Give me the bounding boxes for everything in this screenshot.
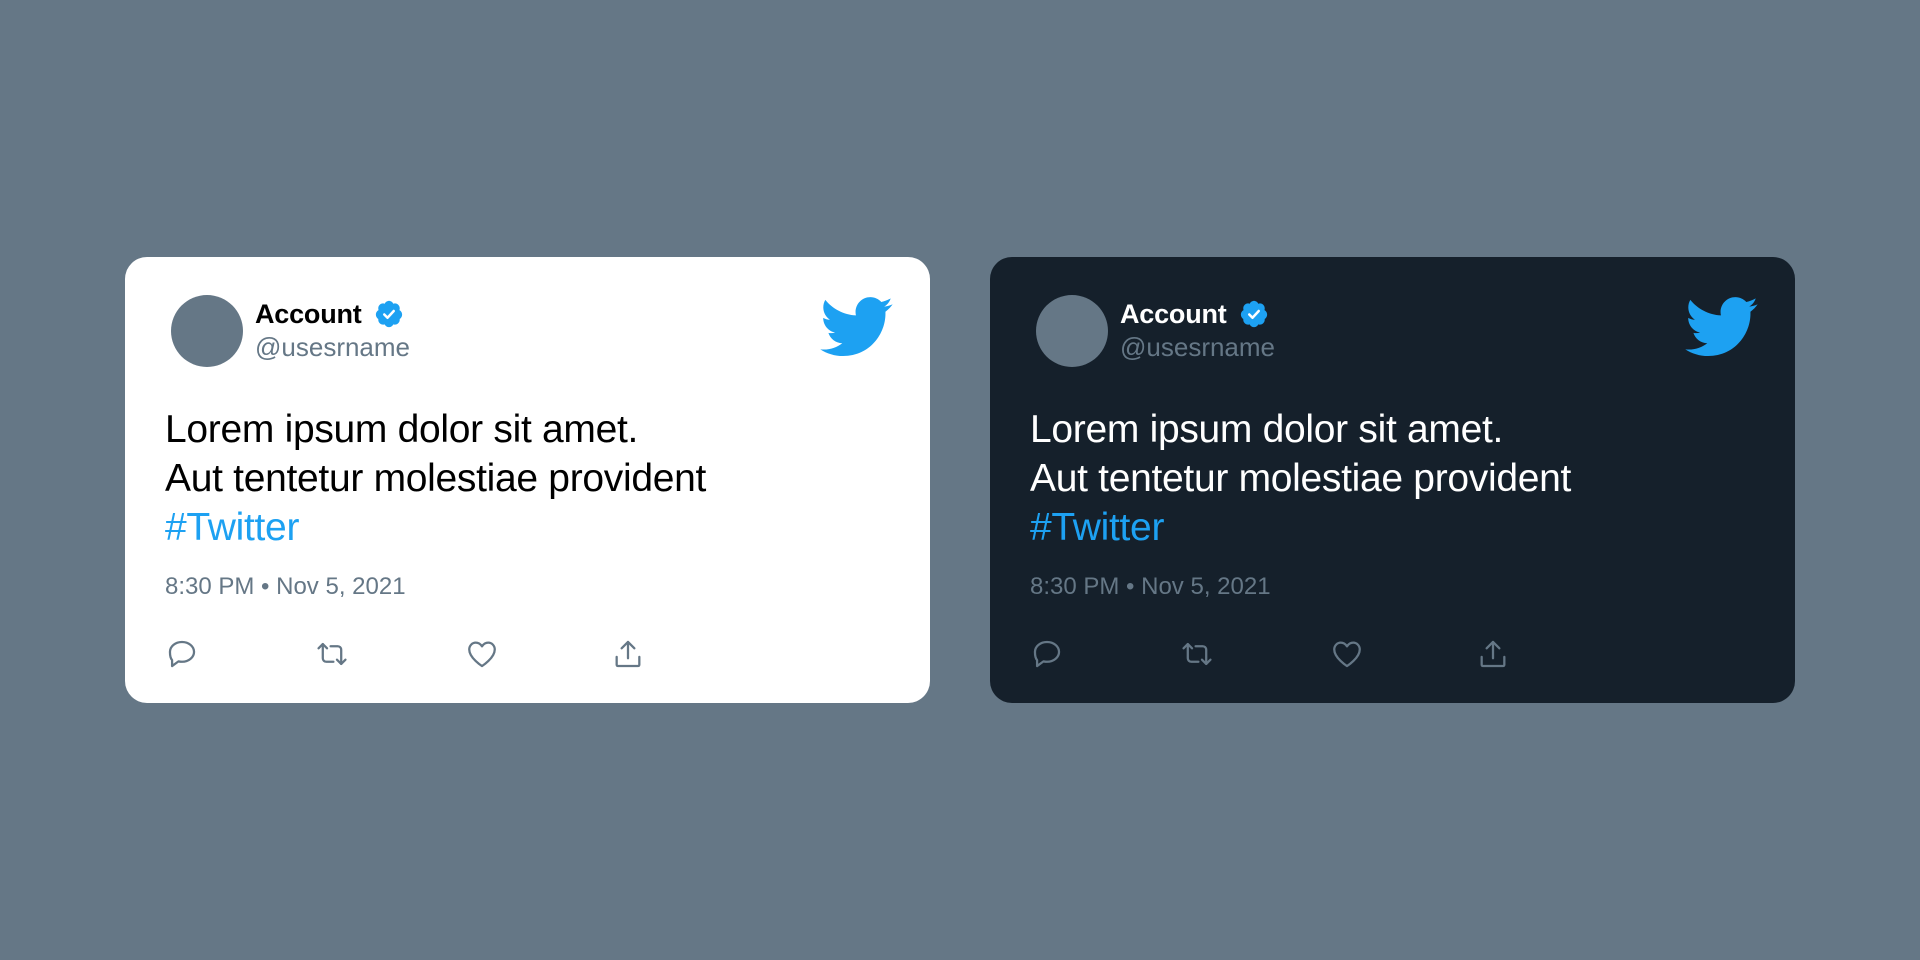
reply-icon[interactable] (1030, 637, 1064, 671)
twitter-bird-icon[interactable] (820, 297, 894, 359)
retweet-icon[interactable] (1180, 637, 1214, 671)
tweet-timestamp[interactable]: 8:30 PM • Nov 5, 2021 (1030, 573, 1271, 601)
twitter-bird-icon[interactable] (1685, 297, 1759, 359)
retweet-icon[interactable] (315, 637, 349, 671)
hashtag-link[interactable]: #Twitter (165, 503, 706, 552)
verified-badge-icon (374, 299, 404, 329)
tweet-text-line: Lorem ipsum dolor sit amet. (165, 408, 639, 451)
account-name[interactable]: Account (1120, 299, 1227, 330)
tweet-actions (165, 637, 705, 673)
share-icon[interactable] (1476, 637, 1510, 671)
account-name[interactable]: Account (255, 299, 362, 330)
tweet-actions (1030, 637, 1570, 673)
reply-icon[interactable] (165, 637, 199, 671)
tweet-text-line: Lorem ipsum dolor sit amet. (1030, 408, 1504, 451)
tweet-timestamp[interactable]: 8:30 PM • Nov 5, 2021 (165, 573, 406, 601)
avatar[interactable] (171, 295, 243, 367)
tweet-text: Lorem ipsum dolor sit amet. Aut tentetur… (1030, 405, 1571, 552)
account-handle[interactable]: @usesrname (1120, 332, 1275, 363)
account-name-row: Account (255, 297, 404, 331)
hashtag-link[interactable]: #Twitter (1030, 503, 1571, 552)
tweet-text-line: Aut tentetur molestiae provident (165, 457, 707, 500)
tweet-card-light: Account @usesrname Lorem ipsum dolor sit… (125, 257, 930, 703)
tweet-text-line: Aut tentetur molestiae provident (1030, 457, 1572, 500)
account-handle[interactable]: @usesrname (255, 332, 410, 363)
avatar[interactable] (1036, 295, 1108, 367)
share-icon[interactable] (611, 637, 645, 671)
verified-badge-icon (1239, 299, 1269, 329)
like-icon[interactable] (465, 637, 499, 671)
tweet-card-dark: Account @usesrname Lorem ipsum dolor sit… (990, 257, 1795, 703)
like-icon[interactable] (1330, 637, 1364, 671)
tweet-text: Lorem ipsum dolor sit amet. Aut tentetur… (165, 405, 706, 552)
account-name-row: Account (1120, 297, 1269, 331)
